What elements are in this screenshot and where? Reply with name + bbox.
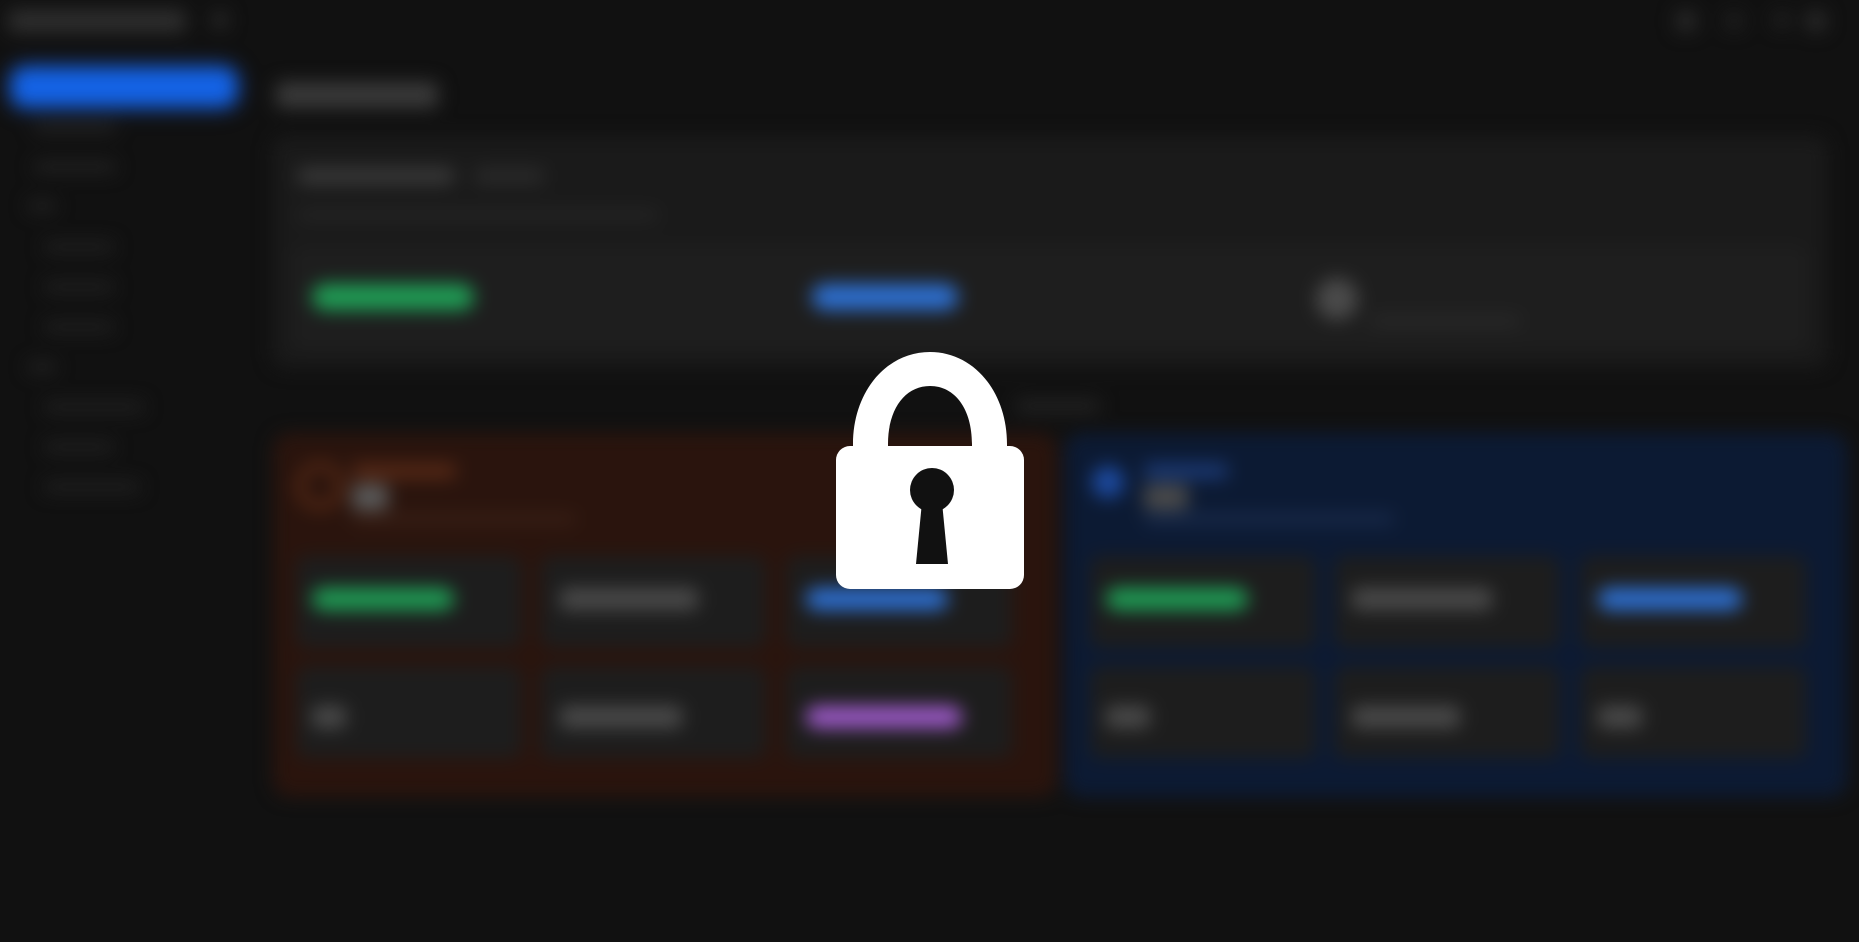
lock-overlay — [0, 0, 1859, 942]
lock-icon — [836, 352, 1024, 589]
lock-shackle — [853, 352, 1007, 456]
locked-screen — [0, 0, 1859, 942]
